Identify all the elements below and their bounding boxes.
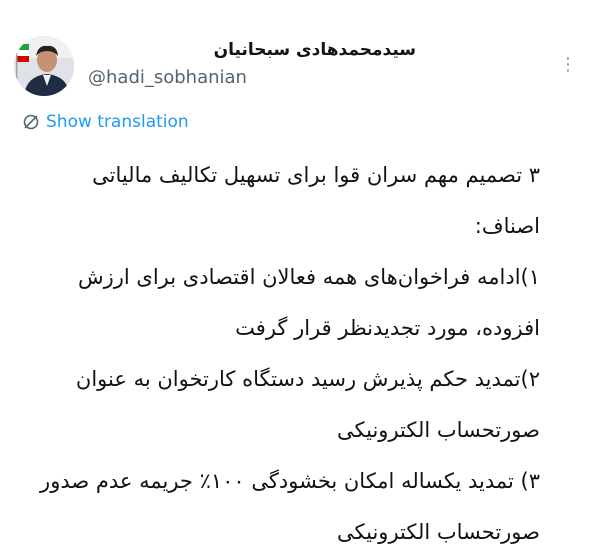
tweet-line: صورتحساب الکترونیکی: [337, 418, 540, 442]
tweet-line: ۳) تمدید یکساله امکان بخشودگی ۱۰۰٪ جریمه…: [40, 469, 540, 493]
author-handle[interactable]: @hadi_sobhanian: [88, 66, 247, 90]
tweet-line: اصناف:: [474, 214, 540, 238]
tweet-line: ۱)ادامه فراخوان‌های همه فعالان اقتصادی ب…: [77, 265, 540, 289]
tweet-text: ۳ تصمیم مهم سران قوا برای تسهیل تکالیف م…: [14, 150, 540, 558]
show-translation-label: Show translation: [46, 112, 189, 132]
avatar[interactable]: [14, 36, 74, 96]
tweet-line: ۲)تمدید حکم پذیرش رسید دستگاه کارتخوان ب…: [75, 367, 540, 391]
tweet-line: ۳ تصمیم مهم سران قوا برای تسهیل تکالیف م…: [92, 163, 540, 187]
tweet-line: صورتحساب الکترونیکی: [337, 520, 540, 544]
author-display-name[interactable]: سیدمحمدهادی سبحانیان: [86, 38, 416, 62]
tweet-line: افزوده، مورد تجدیدنظر قرار گرفت: [235, 316, 540, 340]
tweet-header: سیدمحمدهادی سبحانیان @hadi_sobhanian ⋮: [14, 32, 586, 102]
more-vertical-icon[interactable]: ⋮: [556, 50, 580, 80]
show-translation-link[interactable]: Show translation: [22, 112, 189, 132]
profile-photo-icon: [14, 36, 74, 96]
globe-slash-icon: [22, 113, 40, 131]
